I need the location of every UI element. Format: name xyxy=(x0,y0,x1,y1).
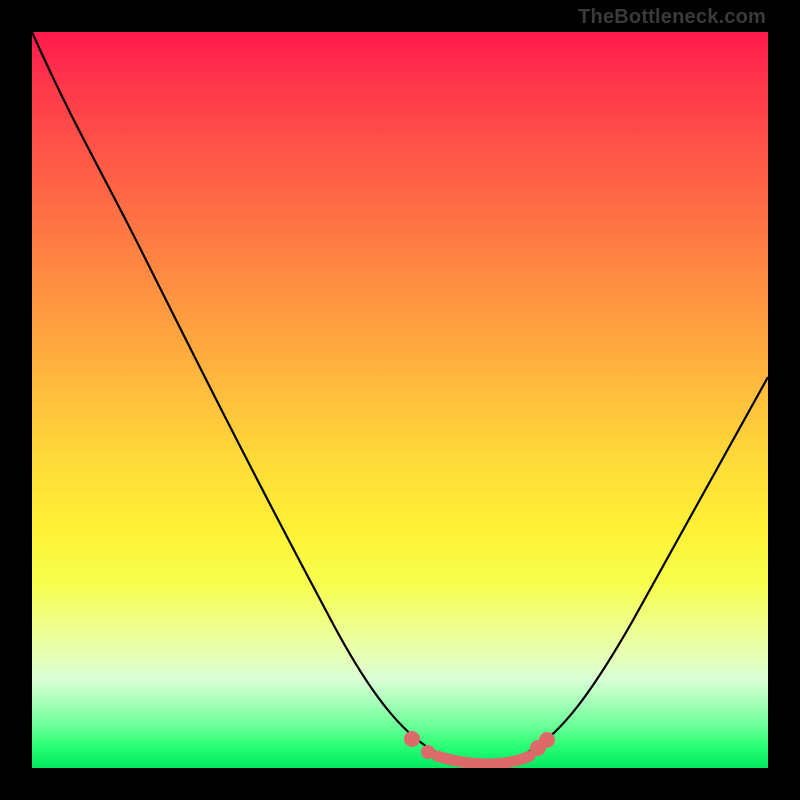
chart-frame: TheBottleneck.com xyxy=(0,0,800,800)
chart-plot-area xyxy=(32,32,768,768)
bottleneck-curve-svg xyxy=(32,32,768,768)
attribution-label: TheBottleneck.com xyxy=(578,6,766,29)
flat-highlight-dots xyxy=(404,731,555,764)
bottleneck-curve-path xyxy=(32,32,768,762)
